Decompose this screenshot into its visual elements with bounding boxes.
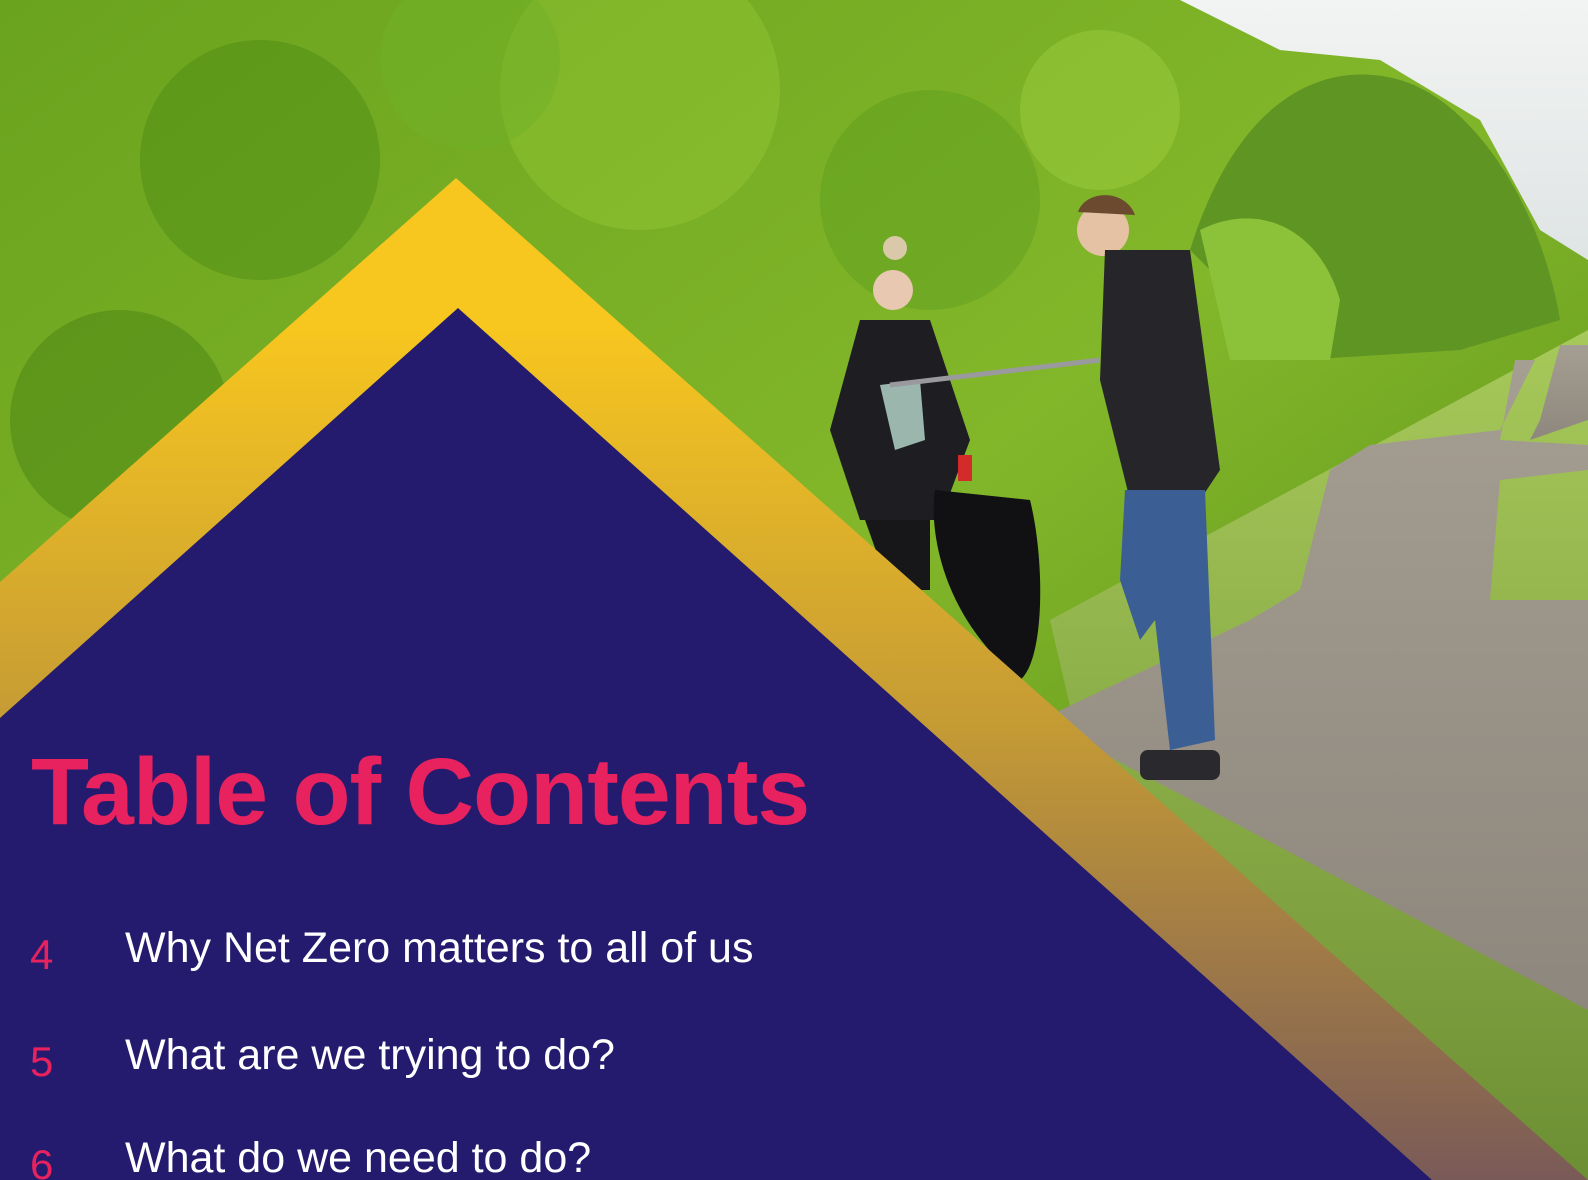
toc-item[interactable]: 5 What are we trying to do? [0,1025,1000,1085]
toc-item-label: What do we need to do? [125,1134,592,1180]
toc-item-label: Why Net Zero matters to all of us [125,924,754,972]
toc-item[interactable]: 6 What do we need to do? [0,1128,1000,1180]
toc-item-label: What are we trying to do? [125,1031,615,1079]
toc-item[interactable]: 4 Why Net Zero matters to all of us [0,918,1000,978]
cover-art [0,0,1588,1180]
toc-page: Table of Contents 4 Why Net Zero matters… [0,0,1588,1180]
toc-page-number: 5 [30,1038,54,1085]
toc-page-number: 4 [30,931,54,978]
page-title: Table of Contents [31,739,810,845]
toc-page-number: 6 [30,1141,54,1180]
